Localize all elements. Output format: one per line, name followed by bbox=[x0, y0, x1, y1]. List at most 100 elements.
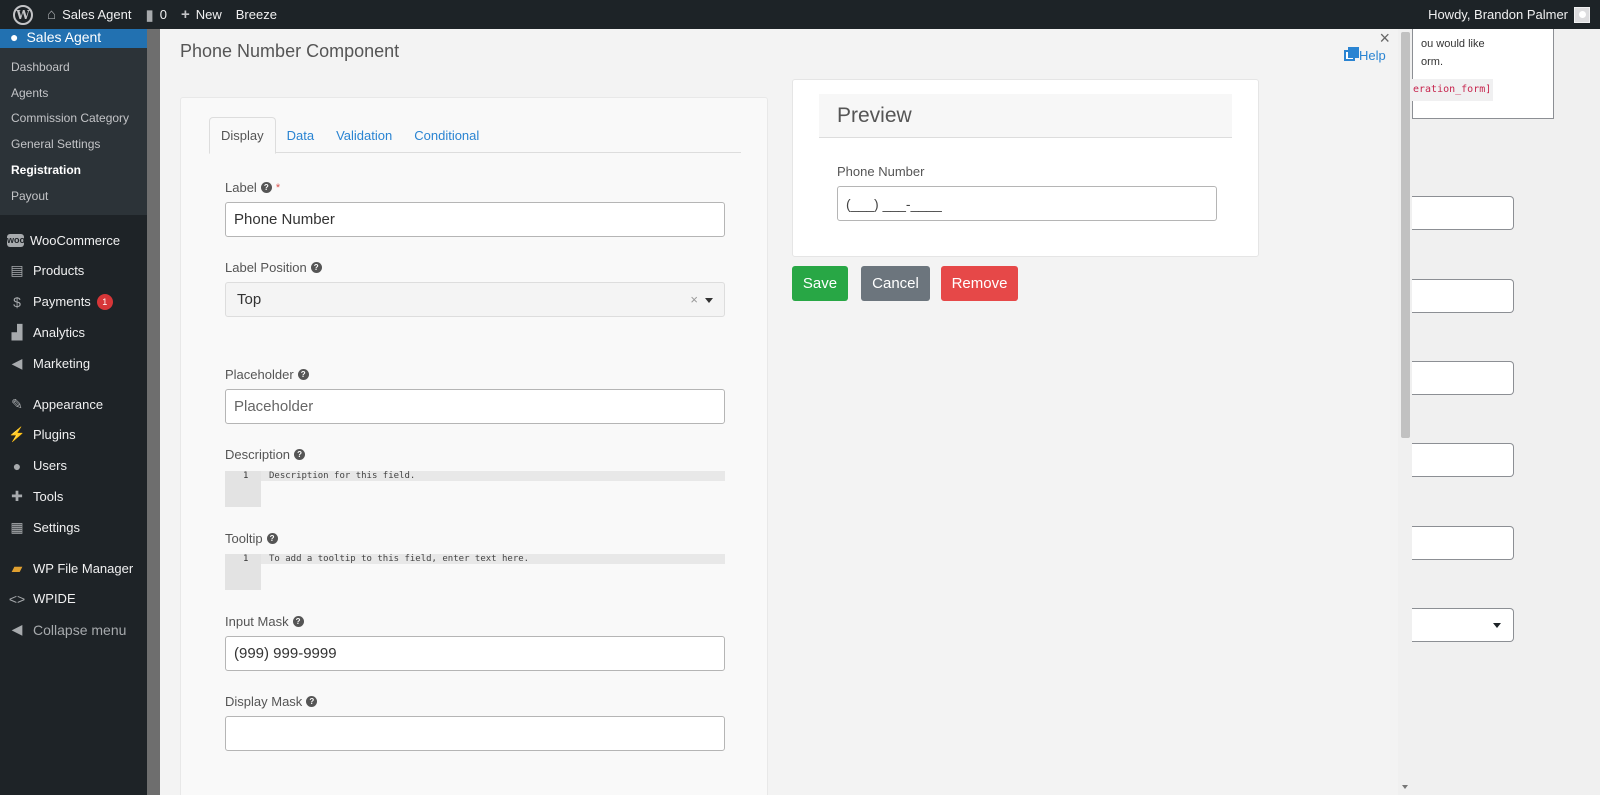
submenu-registration[interactable]: Registration bbox=[0, 157, 147, 183]
question-circle-icon[interactable]: ? bbox=[294, 449, 306, 460]
save-button[interactable]: Save bbox=[792, 266, 848, 301]
question-circle-icon[interactable]: ? bbox=[292, 616, 304, 627]
modal-scrollbar[interactable] bbox=[1398, 29, 1412, 795]
sidebar-item-label: Sales Agent bbox=[26, 28, 102, 45]
chevron-down-icon[interactable] bbox=[705, 298, 713, 303]
question-circle-icon[interactable]: ? bbox=[306, 696, 318, 707]
question-circle-icon[interactable]: ? bbox=[297, 369, 309, 380]
preview-phone-input[interactable]: (___) ___-____ bbox=[837, 186, 1217, 221]
new-content-menu[interactable]: + New bbox=[174, 0, 229, 29]
preview-title: Preview bbox=[819, 94, 1232, 138]
label-text: Label bbox=[225, 180, 257, 195]
tab-display[interactable]: Display bbox=[209, 117, 276, 154]
notice-text-line: orm. bbox=[1421, 56, 1443, 68]
sidebar-item-users[interactable]: ● Users bbox=[0, 450, 147, 481]
sidebar-item-label: Payments bbox=[33, 294, 91, 310]
sidebar-item-label: Users bbox=[33, 458, 67, 474]
cancel-button[interactable]: Cancel bbox=[861, 266, 930, 301]
sidebar-item-wp-file-manager[interactable]: ▰ WP File Manager bbox=[0, 553, 147, 584]
scrollbar-thumb[interactable] bbox=[1401, 32, 1410, 438]
help-label: Help bbox=[1359, 48, 1386, 63]
collapse-arrow-icon: ◀ bbox=[11, 621, 23, 638]
display-mask-input[interactable] bbox=[225, 716, 725, 751]
sidebar-item-plugins[interactable]: ⚡ Plugins bbox=[0, 420, 147, 451]
my-account-menu[interactable]: Howdy, Brandon Palmer bbox=[1428, 6, 1600, 23]
label-text: Tooltip bbox=[225, 531, 263, 546]
sidebar-item-payments[interactable]: $ Payments 1 bbox=[0, 286, 147, 317]
component-edit-modal: Phone Number Component × Help Display Da… bbox=[160, 29, 1412, 795]
sidebar-item-products[interactable]: ▤ Products bbox=[0, 256, 147, 287]
editor-text: To add a tooltip to this field, enter te… bbox=[269, 554, 530, 564]
tooltip-field-label: Tooltip ? bbox=[225, 531, 278, 546]
avatar bbox=[1574, 6, 1590, 23]
clear-icon[interactable]: × bbox=[690, 292, 698, 307]
sidebar-item-woocommerce[interactable]: woo WooCommerce bbox=[0, 225, 147, 256]
admin-sidebar: ● Sales Agent Dashboard Agents Commissio… bbox=[0, 25, 147, 795]
question-circle-icon[interactable]: ? bbox=[266, 533, 278, 544]
collapse-menu-button[interactable]: ◀ Collapse menu bbox=[0, 614, 147, 645]
sidebar-item-marketing[interactable]: ◀ Marketing bbox=[0, 348, 147, 379]
home-icon: ⌂ bbox=[47, 6, 57, 23]
submenu-commission-category[interactable]: Commission Category bbox=[0, 106, 147, 132]
modal-title: Phone Number Component bbox=[180, 41, 400, 61]
sales-agent-submenu: Dashboard Agents Commission Category Gen… bbox=[0, 48, 147, 215]
close-icon[interactable]: × bbox=[1379, 29, 1390, 47]
question-circle-icon[interactable]: ? bbox=[260, 182, 272, 193]
sidebar-item-appearance[interactable]: ✎ Appearance bbox=[0, 389, 147, 420]
sidebar-item-wpide[interactable]: <> WPIDE bbox=[0, 584, 147, 615]
dollar-icon: $ bbox=[13, 293, 21, 310]
submenu-payout[interactable]: Payout bbox=[0, 183, 147, 209]
edit-panel: Display Data Validation Conditional Labe… bbox=[180, 97, 768, 795]
tab-validation[interactable]: Validation bbox=[325, 117, 403, 153]
sidebar-item-label: WP File Manager bbox=[33, 560, 134, 576]
shortcode-notice: ou would like orm. eration_form] bbox=[1411, 29, 1554, 119]
tooltip-editor[interactable]: 1 To add a tooltip to this field, enter … bbox=[225, 554, 725, 590]
line-number: 1 bbox=[243, 471, 249, 481]
background-input bbox=[1412, 196, 1514, 230]
label-position-field-label: Label Position ? bbox=[225, 260, 322, 275]
scroll-down-arrow-icon[interactable] bbox=[1402, 785, 1408, 789]
label-position-select[interactable]: Top × bbox=[225, 282, 725, 317]
background-input bbox=[1412, 361, 1514, 395]
megaphone-icon: ◀ bbox=[11, 354, 23, 371]
sidebar-item-label: Analytics bbox=[33, 325, 86, 341]
description-editor[interactable]: 1 Description for this field. bbox=[225, 471, 725, 507]
placeholder-field-label: Placeholder ? bbox=[225, 367, 309, 382]
notice-text-line: ou would like bbox=[1421, 38, 1485, 50]
line-number: 1 bbox=[243, 554, 249, 564]
sidebar-item-tools[interactable]: ✚ Tools bbox=[0, 481, 147, 512]
preview-panel: Preview Phone Number (___) ___-____ bbox=[792, 79, 1259, 257]
user-icon: ● bbox=[12, 457, 22, 474]
remove-button[interactable]: Remove bbox=[941, 266, 1018, 301]
tab-data[interactable]: Data bbox=[276, 117, 325, 153]
sidebar-item-analytics[interactable]: ▟ Analytics bbox=[0, 317, 147, 348]
tab-conditional[interactable]: Conditional bbox=[403, 117, 490, 153]
wp-logo-menu[interactable]: W bbox=[0, 0, 40, 29]
label-text: Description bbox=[225, 447, 291, 462]
sidebar-item-label: WooCommerce bbox=[30, 232, 121, 248]
comments-link[interactable]: ▮ 0 bbox=[138, 0, 174, 29]
sidebar-item-label: Marketing bbox=[33, 355, 91, 371]
help-link[interactable]: Help bbox=[1344, 47, 1386, 63]
background-input bbox=[1412, 443, 1514, 477]
submenu-general-settings[interactable]: General Settings bbox=[0, 131, 147, 157]
label-text: Input Mask bbox=[225, 614, 289, 629]
question-circle-icon[interactable]: ? bbox=[310, 262, 322, 273]
sidebar-item-settings[interactable]: ▦ Settings bbox=[0, 512, 147, 543]
site-name-link[interactable]: ⌂ Sales Agent bbox=[40, 0, 138, 29]
woo-icon: woo bbox=[7, 233, 25, 247]
placeholder-input[interactable]: Placeholder bbox=[225, 389, 725, 424]
wrench-icon: ✚ bbox=[11, 488, 23, 505]
settings-tabs: Display Data Validation Conditional bbox=[209, 117, 741, 154]
sidebar-item-label: WPIDE bbox=[33, 591, 76, 607]
sidebar-item-label: Tools bbox=[33, 489, 64, 505]
label-input[interactable]: Phone Number bbox=[225, 202, 725, 237]
admin-bar: W ⌂ Sales Agent ▮ 0 + New Breeze Howdy, … bbox=[0, 0, 1600, 29]
submenu-agents[interactable]: Agents bbox=[0, 80, 147, 106]
description-field-label: Description ? bbox=[225, 447, 306, 462]
new-label: New bbox=[195, 7, 222, 22]
shortcode-text: eration_form] bbox=[1411, 79, 1494, 101]
input-mask-input[interactable]: (999) 999-9999 bbox=[225, 636, 725, 671]
submenu-dashboard[interactable]: Dashboard bbox=[0, 54, 147, 80]
breeze-menu[interactable]: Breeze bbox=[229, 0, 284, 29]
